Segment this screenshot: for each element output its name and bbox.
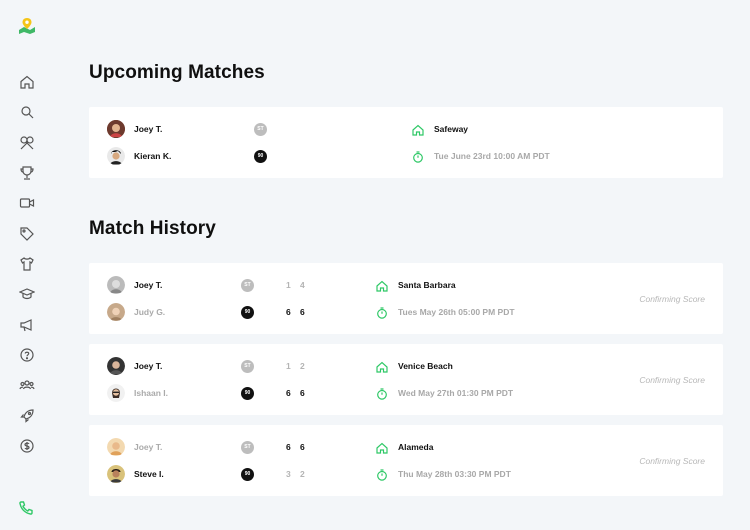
match-time: Tues May 26th 05:00 PM PDT xyxy=(398,307,515,317)
set1-score: 3 xyxy=(286,469,291,479)
phone-icon[interactable] xyxy=(18,500,36,518)
player-level-badge: ST xyxy=(254,122,267,136)
history-player2-row: Judy G. 90 6 6 Tues May 26th 05:00 PM PD… xyxy=(89,301,723,323)
match-time: Thu May 28th 03:30 PM PDT xyxy=(398,469,511,479)
history-player2-row: Ishaan I. 90 6 6 Wed May 27th 01:30 PM P… xyxy=(89,382,723,404)
history-player1-row: Joey T. ST 6 6 Alameda xyxy=(89,436,723,458)
player-name[interactable]: Kieran K. xyxy=(134,151,171,161)
shirt-icon[interactable] xyxy=(18,255,36,273)
set2-score: 6 xyxy=(300,442,305,452)
home-icon xyxy=(376,441,388,454)
set1-score: 6 xyxy=(286,442,291,452)
history-player2-row: Steve I. 90 3 2 Thu May 28th 03:30 PM PD… xyxy=(89,463,723,485)
player-level-badge: ST xyxy=(241,278,254,292)
set2-score: 6 xyxy=(300,388,305,398)
match-status: Confirming Score xyxy=(639,456,705,466)
history-match-card[interactable]: Joey T. ST 1 2 Venice Beach Ishaan I. 90… xyxy=(89,344,723,415)
upcoming-match-card[interactable]: Joey T. ST Safeway Kieran K. 90 Tue June… xyxy=(89,107,723,178)
avatar xyxy=(107,438,125,456)
home-icon xyxy=(412,123,424,136)
set2-score: 6 xyxy=(300,307,305,317)
tag-icon[interactable] xyxy=(18,225,36,243)
avatar xyxy=(107,465,125,483)
avatar xyxy=(107,303,125,321)
dollar-icon[interactable] xyxy=(18,437,36,455)
help-icon[interactable] xyxy=(18,346,36,364)
player-name[interactable]: Joey T. xyxy=(134,280,162,290)
match-status: Confirming Score xyxy=(639,294,705,304)
avatar xyxy=(107,147,125,165)
home-icon xyxy=(376,360,388,373)
match-location: Venice Beach xyxy=(398,361,453,371)
history-player1-row: Joey T. ST 1 2 Venice Beach xyxy=(89,355,723,377)
group-icon[interactable] xyxy=(18,376,36,394)
home-icon[interactable] xyxy=(18,73,36,91)
history-player1-row: Joey T. ST 1 4 Santa Barbara xyxy=(89,274,723,296)
set2-score: 2 xyxy=(300,361,305,371)
match-location: Santa Barbara xyxy=(398,280,456,290)
match-time: Tue June 23rd 10:00 AM PDT xyxy=(434,151,550,161)
player-name[interactable]: Ishaan I. xyxy=(134,388,168,398)
set1-score: 1 xyxy=(286,361,291,371)
rackets-icon[interactable] xyxy=(18,134,36,152)
sidebar xyxy=(0,0,54,530)
stopwatch-icon xyxy=(376,306,388,319)
stopwatch-icon xyxy=(412,150,424,163)
player-name[interactable]: Judy G. xyxy=(134,307,165,317)
map-pin-logo-icon[interactable] xyxy=(17,16,37,36)
player-name[interactable]: Steve I. xyxy=(134,469,164,479)
player-level-badge: ST xyxy=(241,440,254,454)
match-history-title: Match History xyxy=(89,218,216,239)
search-icon[interactable] xyxy=(18,103,36,121)
avatar xyxy=(107,120,125,138)
home-icon xyxy=(376,279,388,292)
upcoming-player1-row: Joey T. ST Safeway xyxy=(89,118,723,140)
stopwatch-icon xyxy=(376,468,388,481)
set1-score: 6 xyxy=(286,388,291,398)
stopwatch-icon xyxy=(376,387,388,400)
video-icon[interactable] xyxy=(18,194,36,212)
player-level-badge: 90 xyxy=(241,467,254,481)
megaphone-icon[interactable] xyxy=(18,316,36,334)
avatar xyxy=(107,357,125,375)
upcoming-matches-title: Upcoming Matches xyxy=(89,62,265,83)
rocket-icon[interactable] xyxy=(18,407,36,425)
player-level-badge: ST xyxy=(241,359,254,373)
player-level-badge: 90 xyxy=(254,149,267,163)
history-match-card[interactable]: Joey T. ST 1 4 Santa Barbara Judy G. 90 … xyxy=(89,263,723,334)
set1-score: 1 xyxy=(286,280,291,290)
history-match-card[interactable]: Joey T. ST 6 6 Alameda Steve I. 90 3 2 T… xyxy=(89,425,723,496)
player-level-badge: 90 xyxy=(241,305,254,319)
avatar xyxy=(107,276,125,294)
player-name[interactable]: Joey T. xyxy=(134,124,162,134)
set2-score: 2 xyxy=(300,469,305,479)
avatar xyxy=(107,384,125,402)
upcoming-player2-row: Kieran K. 90 Tue June 23rd 10:00 AM PDT xyxy=(89,145,723,167)
match-location: Alameda xyxy=(398,442,434,452)
player-name[interactable]: Joey T. xyxy=(134,442,162,452)
player-name[interactable]: Joey T. xyxy=(134,361,162,371)
player-level-badge: 90 xyxy=(241,386,254,400)
match-status: Confirming Score xyxy=(639,375,705,385)
graduation-cap-icon[interactable] xyxy=(18,285,36,303)
set2-score: 4 xyxy=(300,280,305,290)
set1-score: 6 xyxy=(286,307,291,317)
match-location: Safeway xyxy=(434,124,469,134)
trophy-icon[interactable] xyxy=(18,164,36,182)
match-time: Wed May 27th 01:30 PM PDT xyxy=(398,388,514,398)
